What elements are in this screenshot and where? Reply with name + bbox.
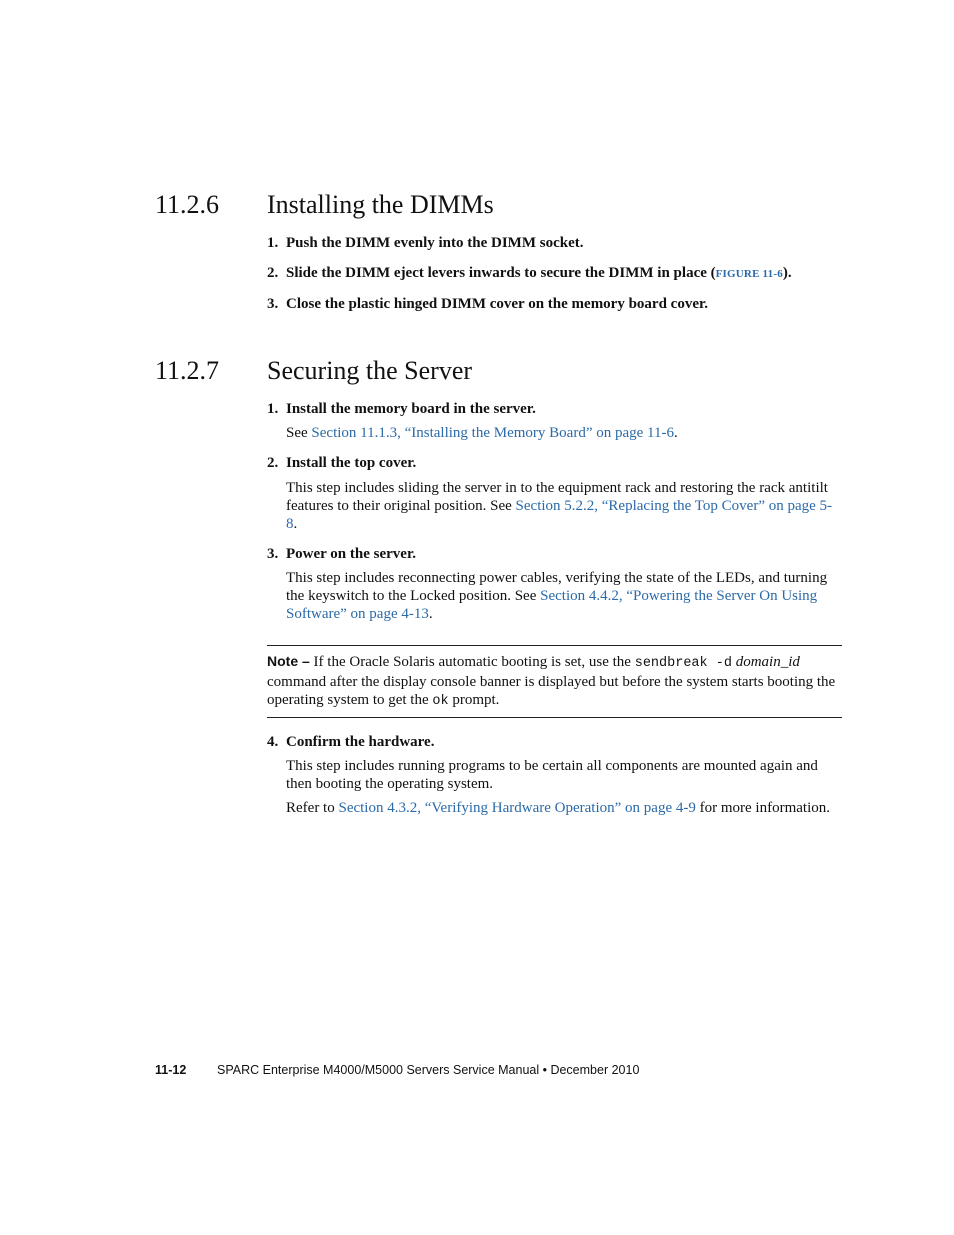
- step-number: 3.: [267, 546, 279, 562]
- step-item: 4. Confirm the hardware.: [267, 733, 842, 751]
- section-number: 11.2.7: [155, 356, 220, 385]
- step-number: 4.: [267, 734, 279, 750]
- step-number: 2.: [267, 265, 279, 281]
- step-text: Confirm the hardware.: [286, 734, 435, 750]
- step-item: 1. Push the DIMM evenly into the DIMM soc…: [267, 234, 842, 252]
- page-footer: 11-12 SPARC Enterprise M4000/M5000 Server…: [155, 1063, 639, 1077]
- body-text-end: for more information.: [695, 800, 831, 816]
- step-body: This step includes sliding the server in…: [286, 479, 842, 533]
- step-text: Install the memory board in the server.: [286, 401, 536, 417]
- step-number: 2.: [267, 455, 279, 471]
- cross-reference-link[interactable]: Section 4.3.2, “Verifying Hardware Opera…: [338, 800, 695, 816]
- step-number: 3.: [267, 296, 279, 312]
- step-body: This step includes running programs to b…: [286, 758, 818, 792]
- body-text-end: .: [673, 425, 678, 441]
- step-item: 1. Install the memory board in the server…: [267, 400, 842, 418]
- section-title: Securing the Server: [267, 356, 473, 385]
- note-box: Note – If the Oracle Solaris automatic b…: [267, 645, 842, 718]
- step-body: See Section 11.1.3, “Installing the Memo…: [286, 424, 842, 442]
- note-text: If the Oracle Solaris automatic booting …: [309, 654, 635, 670]
- step-item: 3. Power on the server.: [267, 545, 842, 563]
- note-label: Note –: [267, 653, 310, 669]
- step-text: Install the top cover.: [286, 455, 417, 471]
- step-text: Slide the DIMM eject levers inwards to s…: [286, 265, 716, 281]
- note-text-end: prompt.: [448, 692, 500, 708]
- note-text: command after the display console banner…: [267, 674, 836, 708]
- step-item: 2. Install the top cover.: [267, 454, 842, 472]
- step-body: Refer to Section 4.3.2, “Verifying Hardw…: [286, 799, 842, 817]
- step-item: 2. Slide the DIMM eject levers inwards to…: [267, 264, 842, 283]
- step-item: 3. Close the plastic hinged DIMM cover on…: [267, 295, 842, 313]
- step-text: Power on the server.: [286, 546, 416, 562]
- prompt-code: ok: [432, 694, 449, 709]
- step-number: 1.: [267, 235, 279, 251]
- step-text-end: ).: [782, 265, 792, 281]
- section-number: 11.2.6: [155, 190, 220, 219]
- step-number: 1.: [267, 401, 279, 417]
- step-body: This step includes reconnecting power ca…: [286, 569, 842, 623]
- section-title: Installing the DIMMs: [267, 190, 494, 219]
- body-text: Refer to: [286, 800, 339, 816]
- page-number: 11-12: [155, 1063, 187, 1077]
- step-text: Close the plastic hinged DIMM cover on t…: [286, 296, 709, 312]
- body-text-end: .: [293, 516, 298, 532]
- footer-title: SPARC Enterprise M4000/M5000 Servers Ser…: [217, 1063, 640, 1077]
- command-argument: domain_id: [735, 654, 800, 670]
- body-text: See: [286, 425, 312, 441]
- body-text-end: .: [428, 606, 433, 622]
- command-code: sendbreak -d: [634, 656, 732, 671]
- figure-link[interactable]: FIGURE 11-6: [716, 268, 783, 280]
- cross-reference-link[interactable]: Section 11.1.3, “Installing the Memory B…: [311, 425, 674, 441]
- step-text: Push the DIMM evenly into the DIMM socke…: [286, 235, 584, 251]
